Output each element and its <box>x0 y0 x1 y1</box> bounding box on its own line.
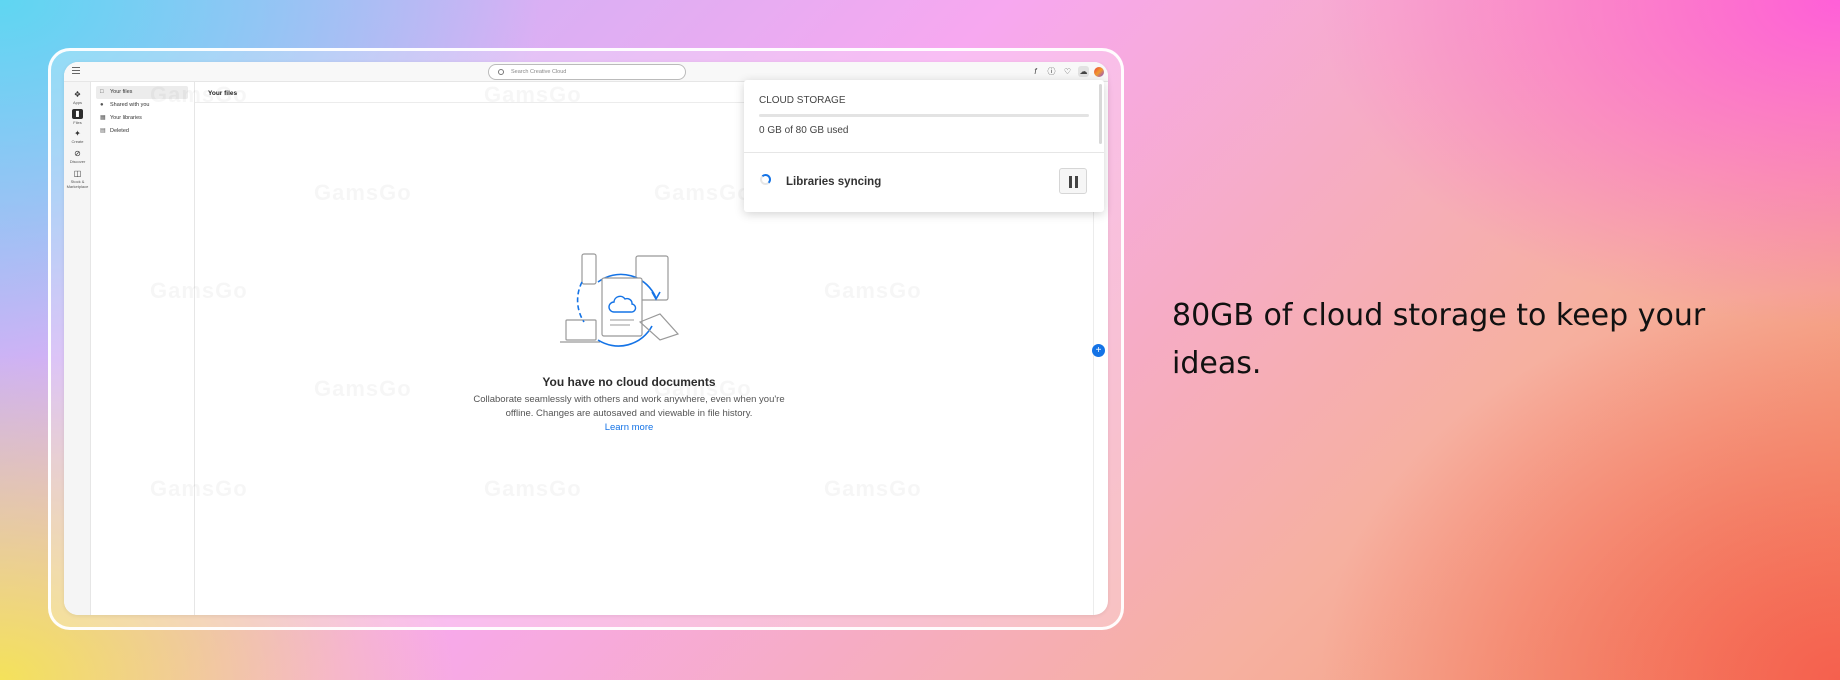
apps-icon: ❖ <box>73 90 82 99</box>
watermark: GamsGo <box>150 82 248 108</box>
rail-label: Apps <box>72 100 83 105</box>
rail-label: Create <box>71 139 84 144</box>
nav-item-deleted[interactable]: ▤ Deleted <box>96 125 188 138</box>
rail-item-apps[interactable]: ❖ Apps <box>64 90 91 105</box>
app-rail: ❖ Apps ▮ Files ✦ Create ⊘ Discover ◫ Sto… <box>64 82 91 615</box>
trash-icon: ▤ <box>100 128 106 134</box>
library-icon: ▦ <box>100 115 106 121</box>
watermark: GamsGo <box>484 476 582 502</box>
folder-icon: ▮ <box>72 109 83 119</box>
watermark: GamsGo <box>654 180 752 206</box>
menu-icon[interactable] <box>72 67 80 75</box>
side-nav: □ Your files ● Shared with you ▦ Your li… <box>91 82 195 615</box>
nav-label: Your libraries <box>110 115 142 121</box>
storage-progress-bar <box>759 114 1089 117</box>
learn-more-link[interactable]: Learn more <box>390 422 868 433</box>
search-input[interactable]: Search Creative Cloud <box>488 64 686 80</box>
sync-spinner-icon <box>760 174 771 185</box>
rail-label: Discover <box>69 159 86 164</box>
empty-state-description: Collaborate seamlessly with others and w… <box>390 393 868 421</box>
storage-used-text: 0 GB of 80 GB used <box>759 125 849 136</box>
watermark: GamsGo <box>150 476 248 502</box>
watermark: GamsGo <box>484 82 582 108</box>
rail-item-stock[interactable]: ◫ Stock & Marketplace <box>64 169 91 189</box>
plus-icon: + <box>1095 345 1102 356</box>
bell-icon[interactable]: ♡ <box>1062 66 1073 77</box>
basket-icon: ◫ <box>73 169 82 178</box>
rail-item-create[interactable]: ✦ Create <box>64 129 91 144</box>
help-icon[interactable]: ⓘ <box>1046 66 1057 77</box>
empty-desc-line-1: Collaborate seamlessly with others and w… <box>473 394 785 405</box>
tagline: 80GB of cloud storage to keep your ideas… <box>1172 298 1706 381</box>
sync-status-text: Libraries syncing <box>786 176 882 188</box>
popover-divider <box>744 152 1104 153</box>
top-bar: Search Creative Cloud f ⓘ ♡ ☁ <box>64 62 1108 82</box>
nav-label: Deleted <box>110 128 129 134</box>
top-icon-group: f ⓘ ♡ ☁ <box>1030 66 1104 77</box>
nav-label: Your files <box>110 89 133 95</box>
watermark: GamsGo <box>150 278 248 304</box>
search-placeholder: Search Creative Cloud <box>511 69 567 75</box>
cloud-storage-popover: CLOUD STORAGE 0 GB of 80 GB used Librari… <box>744 80 1104 212</box>
create-icon: ✦ <box>74 129 81 138</box>
cloud-documents-illustration <box>560 253 680 347</box>
avatar[interactable] <box>1094 66 1104 77</box>
rail-item-files[interactable]: ▮ Files <box>64 109 91 125</box>
pause-sync-button[interactable] <box>1059 168 1087 194</box>
watermark: GamsGo <box>314 180 412 206</box>
pause-icon <box>1069 176 1072 188</box>
watermark: GamsGo <box>824 278 922 304</box>
popover-scrollbar[interactable] <box>1099 84 1102 144</box>
search-icon <box>498 69 504 75</box>
people-icon: ● <box>100 102 104 108</box>
cloud-icon[interactable]: ☁ <box>1078 66 1089 77</box>
discover-icon: ⊘ <box>74 149 81 158</box>
storage-section-title: CLOUD STORAGE <box>759 95 846 106</box>
nav-item-libraries[interactable]: ▦ Your libraries <box>96 112 188 125</box>
font-icon[interactable]: f <box>1030 66 1041 77</box>
rail-label: Files <box>73 120 82 125</box>
rail-item-discover[interactable]: ⊘ Discover <box>64 149 91 164</box>
file-icon: □ <box>100 89 104 95</box>
nav-label: Shared with you <box>110 102 150 108</box>
rail-label: Stock & Marketplace <box>66 179 89 189</box>
empty-state-title: You have no cloud documents <box>542 375 716 389</box>
add-button[interactable]: + <box>1092 344 1105 357</box>
pause-icon <box>1075 176 1078 188</box>
empty-desc-line-2: offline. Changes are autosaved and viewa… <box>505 408 753 419</box>
watermark: GamsGo <box>824 476 922 502</box>
